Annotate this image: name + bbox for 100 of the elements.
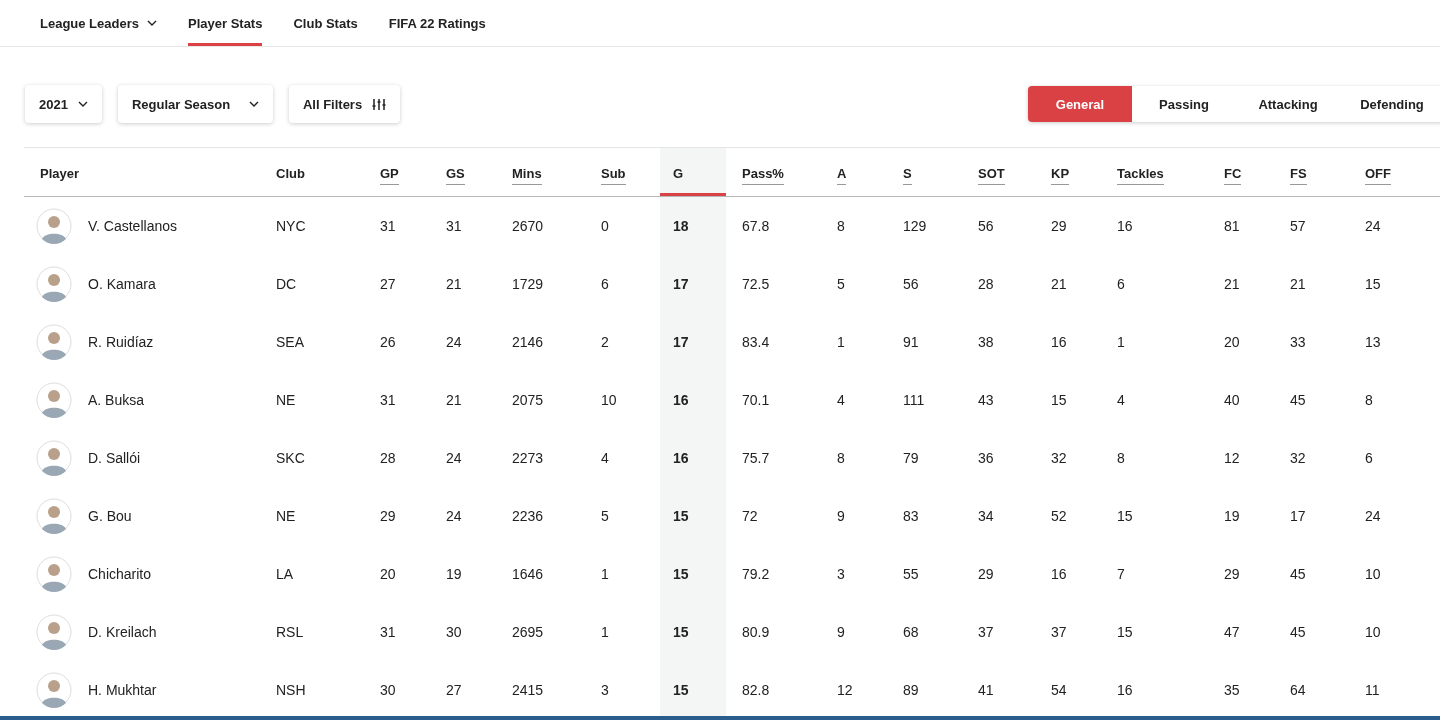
avatar-icon	[36, 556, 72, 592]
nav-tab[interactable]: Club Stats	[293, 0, 358, 46]
column-header[interactable]: KP	[1051, 165, 1070, 185]
table-cell: 12	[837, 682, 853, 698]
table-cell: 82.8	[742, 682, 770, 698]
table-cell: 15	[1365, 276, 1381, 292]
player-name[interactable]: R. Ruidíaz	[88, 334, 154, 350]
stat-tab[interactable]: Passing	[1132, 86, 1236, 122]
column-header: Club	[276, 165, 305, 181]
nav-tab[interactable]: League Leaders	[40, 0, 157, 46]
table-cell: 10	[1365, 566, 1381, 582]
dropdown-button[interactable]: 2021	[25, 85, 102, 123]
table-cell: 55	[903, 566, 919, 582]
table-cell: 75.7	[742, 450, 770, 466]
table-cell: 16	[1051, 334, 1067, 350]
column-header[interactable]: OFF	[1365, 165, 1391, 185]
column-header[interactable]: Pass%	[742, 165, 784, 185]
table-cell: 15	[673, 682, 689, 698]
stat-tab[interactable]: General	[1028, 86, 1132, 122]
table-cell: 10	[601, 392, 617, 408]
table-cell: 81	[1224, 218, 1240, 234]
player-name[interactable]: V. Castellanos	[88, 218, 177, 234]
filters-button[interactable]: All Filters	[288, 85, 401, 123]
table-cell: 72.5	[742, 276, 770, 292]
nav-tab[interactable]: Player Stats	[188, 0, 263, 46]
table-cell: 45	[1290, 566, 1306, 582]
table-cell: 67.8	[742, 218, 770, 234]
table-cell: RSL	[276, 624, 304, 640]
table-cell: 45	[1290, 624, 1306, 640]
nav-tab[interactable]: FIFA 22 Ratings	[388, 0, 486, 46]
table-cell: 5	[837, 276, 845, 292]
table-cell: 34	[978, 508, 994, 524]
table-cell: 3	[837, 566, 845, 582]
column-header[interactable]: S	[903, 165, 912, 185]
table-cell: 68	[903, 624, 919, 640]
table-cell: 31	[380, 624, 396, 640]
column-header[interactable]: Tackles	[1117, 165, 1164, 185]
table-cell: 28	[380, 450, 396, 466]
table-cell: 72	[742, 508, 758, 524]
table-cell: 2236	[512, 508, 544, 524]
table-cell: 8	[1117, 450, 1125, 466]
column-header[interactable]: GP	[380, 165, 399, 185]
player-name[interactable]: H. Mukhtar	[88, 682, 157, 698]
chevron-down-icon	[248, 101, 259, 107]
column-header[interactable]: FC	[1224, 165, 1242, 185]
column-header[interactable]: GS	[446, 165, 465, 185]
table-cell: LA	[276, 566, 294, 582]
avatar-icon	[36, 440, 72, 476]
player-name[interactable]: Chicharito	[88, 566, 152, 582]
table-cell: 24	[446, 334, 462, 350]
stat-tab[interactable]: Attacking	[1236, 86, 1340, 122]
table-cell: 16	[1117, 218, 1133, 234]
table-cell: 35	[1224, 682, 1240, 698]
table-cell: 28	[978, 276, 994, 292]
column-header[interactable]: A	[837, 165, 847, 185]
table-cell: 31	[380, 218, 396, 234]
sorted-column-header[interactable]: G	[660, 148, 726, 196]
table-cell: 17	[673, 276, 689, 292]
table-cell: 8	[1365, 392, 1373, 408]
table-cell: 7	[1117, 566, 1125, 582]
table-cell: 79	[903, 450, 919, 466]
table-cell: 13	[1365, 334, 1381, 350]
chevron-down-icon	[147, 20, 157, 26]
table-cell: 37	[1051, 624, 1067, 640]
table-cell: 37	[978, 624, 994, 640]
table-cell: 21	[446, 276, 462, 292]
table-cell: 40	[1224, 392, 1240, 408]
table-cell: 24	[446, 450, 462, 466]
table-cell: 83.4	[742, 334, 770, 350]
player-name[interactable]: D. Kreilach	[88, 624, 157, 640]
dropdown-button[interactable]: Regular Season	[117, 85, 273, 123]
table-cell: 79.2	[742, 566, 770, 582]
column-header[interactable]: Sub	[601, 165, 626, 185]
table-cell: 16	[1051, 566, 1067, 582]
stat-tab[interactable]: Defending	[1340, 86, 1440, 122]
table-cell: 2146	[512, 334, 544, 350]
table-cell: 1	[601, 566, 609, 582]
table-cell: 89	[903, 682, 919, 698]
table-cell: 9	[837, 508, 845, 524]
table-cell: 20	[380, 566, 396, 582]
table-cell: 2075	[512, 392, 544, 408]
table-cell: 19	[1224, 508, 1240, 524]
column-header[interactable]: FS	[1290, 165, 1307, 185]
avatar-icon	[36, 324, 72, 360]
table-cell: 15	[1051, 392, 1067, 408]
table-cell: 29	[1224, 566, 1240, 582]
table-cell: 4	[1117, 392, 1125, 408]
table-cell: 17	[1290, 508, 1306, 524]
table-cell: 15	[1117, 624, 1133, 640]
column-header[interactable]: Mins	[512, 165, 542, 185]
player-name[interactable]: G. Bou	[88, 508, 132, 524]
player-name[interactable]: A. Buksa	[88, 392, 145, 408]
player-name[interactable]: O. Kamara	[88, 276, 156, 292]
column-header[interactable]: SOT	[978, 165, 1005, 185]
table-cell: 20	[1224, 334, 1240, 350]
sliders-icon	[372, 97, 387, 111]
table-cell: 70.1	[742, 392, 770, 408]
table-cell: 8	[837, 218, 845, 234]
table-cell: NE	[276, 508, 296, 524]
player-name[interactable]: D. Sallói	[88, 450, 141, 466]
